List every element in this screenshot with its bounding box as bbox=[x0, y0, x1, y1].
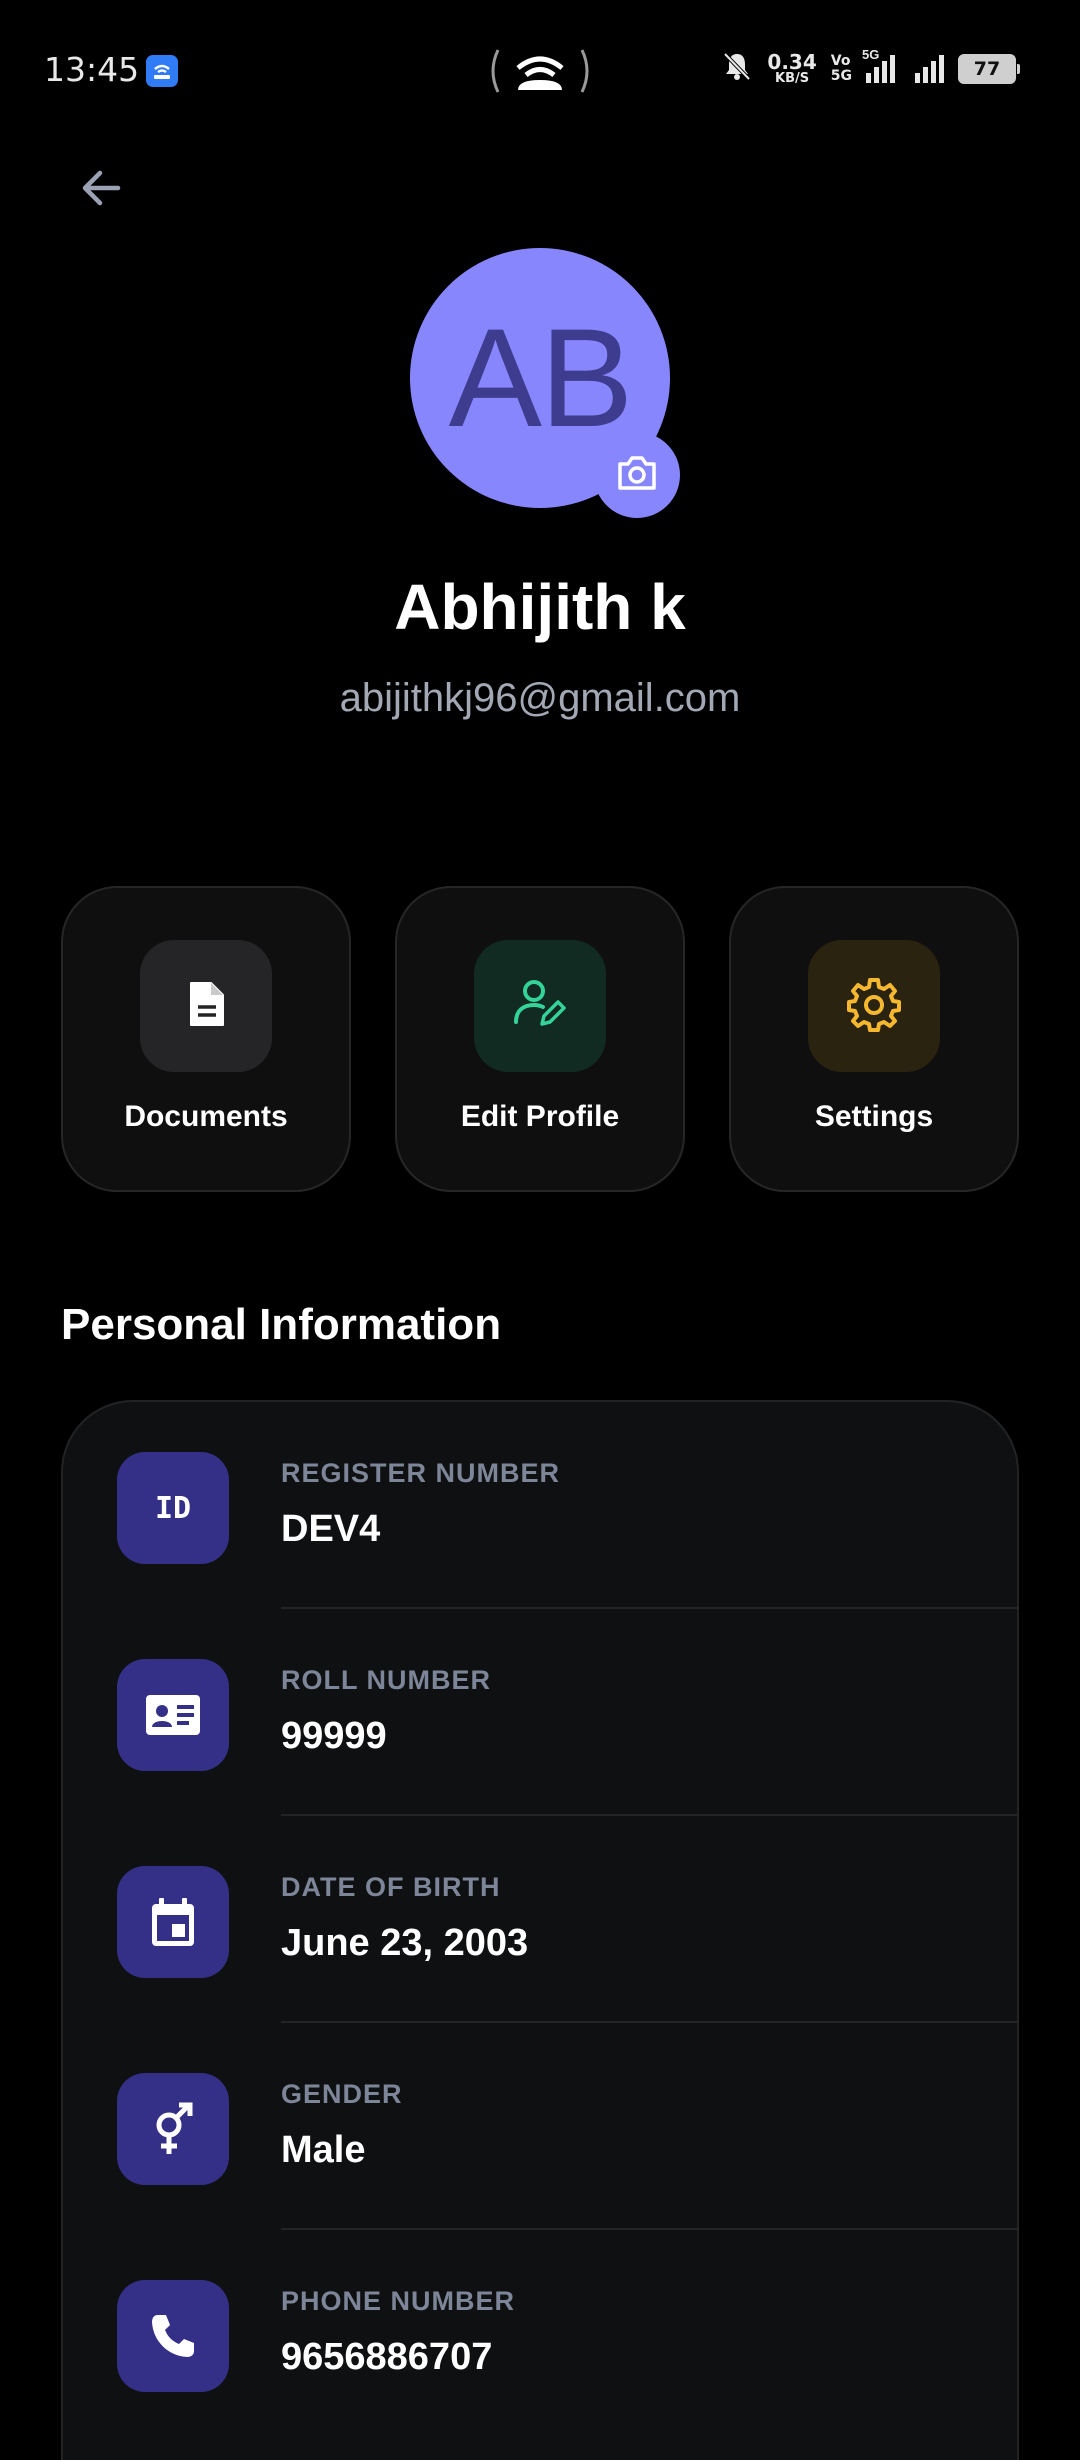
arrow-left-icon bbox=[78, 164, 126, 217]
documents-button[interactable]: Documents bbox=[61, 886, 351, 1192]
phone-icon bbox=[117, 2280, 229, 2392]
personal-info-card: ID REGISTER NUMBER DEV4 ROLL NUMBER 9999… bbox=[61, 1400, 1019, 2460]
info-label: ROLL NUMBER bbox=[281, 1665, 491, 1695]
settings-label: Settings bbox=[814, 1100, 934, 1133]
info-row-register-number: ID REGISTER NUMBER DEV4 bbox=[63, 1402, 1019, 1609]
info-value: 99999 bbox=[281, 1715, 387, 1757]
edit-profile-label: Edit Profile bbox=[460, 1100, 620, 1133]
network-type: 5G bbox=[862, 46, 880, 62]
status-time: 13:45 bbox=[44, 50, 140, 89]
id-icon-text: ID bbox=[154, 1490, 192, 1526]
info-value: June 23, 2003 bbox=[281, 1922, 529, 1964]
gear-icon bbox=[844, 974, 904, 1039]
volte-bottom: 5G bbox=[830, 67, 852, 84]
edit-profile-icon-box bbox=[474, 940, 606, 1072]
info-label: DATE OF BIRTH bbox=[281, 1872, 501, 1902]
info-row-phone-number: PHONE NUMBER 9656886707 bbox=[63, 2230, 1019, 2437]
documents-label: Documents bbox=[124, 1100, 288, 1133]
gender-icon bbox=[117, 2073, 229, 2185]
camera-icon bbox=[614, 450, 660, 501]
signal-icon bbox=[915, 54, 944, 83]
section-title-personal-info: Personal Information bbox=[61, 1300, 502, 1349]
quick-actions: Documents Edit Profile Settings bbox=[61, 886, 1019, 1192]
calendar-icon bbox=[117, 1866, 229, 1978]
user-edit-icon bbox=[510, 974, 570, 1039]
volte-top: Vo bbox=[830, 52, 851, 69]
info-value: Male bbox=[281, 2129, 366, 2171]
hotspot-icon bbox=[488, 46, 592, 96]
info-value: DEV4 bbox=[281, 1508, 381, 1550]
status-bar: 13:45 0.34 KB/S Vo 5G 5G 77 bbox=[0, 0, 1080, 140]
net-speed-unit: KB/S bbox=[775, 71, 810, 86]
bell-mute-icon bbox=[721, 50, 753, 87]
avatar-initials: AB bbox=[448, 299, 634, 456]
info-label: GENDER bbox=[281, 2079, 403, 2109]
net-speed: 0.34 KB/S bbox=[767, 52, 816, 85]
info-row-roll-number: ROLL NUMBER 99999 bbox=[63, 1609, 1019, 1816]
change-photo-button[interactable] bbox=[594, 432, 680, 518]
status-right-group: 0.34 KB/S Vo 5G 5G 77 bbox=[721, 47, 1020, 87]
back-button[interactable] bbox=[72, 160, 132, 220]
id-icon: ID bbox=[117, 1452, 229, 1564]
profile-name: Abhijith k bbox=[394, 571, 686, 643]
info-value: 9656886707 bbox=[281, 2336, 493, 2378]
edit-profile-button[interactable]: Edit Profile bbox=[395, 886, 685, 1192]
info-label: REGISTER NUMBER bbox=[281, 1458, 561, 1488]
settings-button[interactable]: Settings bbox=[729, 886, 1019, 1192]
info-label: PHONE NUMBER bbox=[281, 2286, 516, 2316]
settings-icon-box bbox=[808, 940, 940, 1072]
signal-5g-icon: 5G bbox=[862, 47, 895, 83]
documents-icon-box bbox=[140, 940, 272, 1072]
document-icon bbox=[179, 977, 233, 1036]
info-row-gender: GENDER Male bbox=[63, 2023, 1019, 2230]
app-notification-icon bbox=[146, 55, 178, 87]
id-card-icon bbox=[117, 1659, 229, 1771]
profile-email: abijithkj96@gmail.com bbox=[339, 676, 741, 720]
info-row-date-of-birth: DATE OF BIRTH June 23, 2003 bbox=[63, 1816, 1019, 2023]
battery-indicator: 77 bbox=[958, 53, 1020, 84]
volte-indicator: Vo 5G bbox=[831, 54, 852, 83]
net-speed-value: 0.34 bbox=[767, 50, 817, 74]
